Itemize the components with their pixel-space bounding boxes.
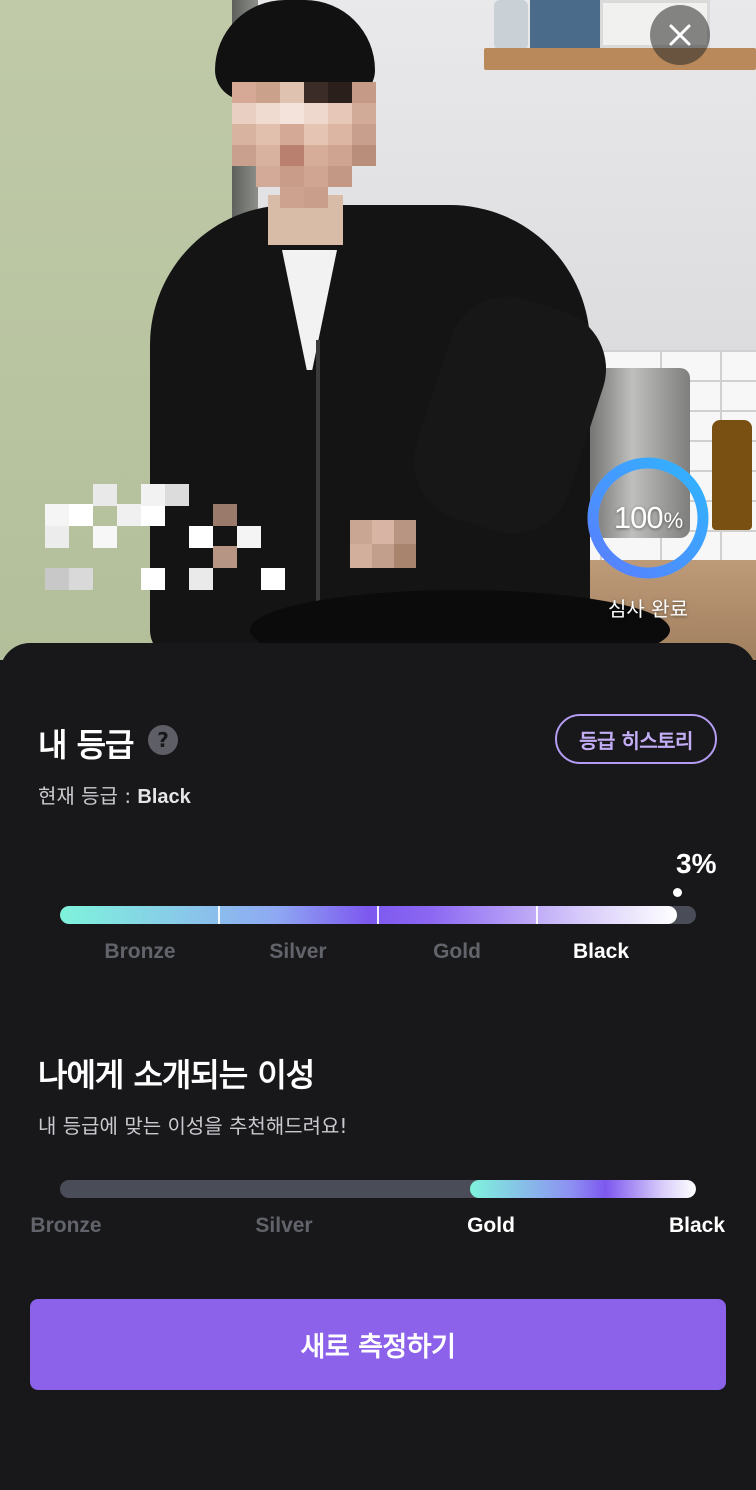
- review-percent: 100%: [585, 455, 711, 581]
- remeasure-button[interactable]: 새로 측정하기: [30, 1299, 726, 1390]
- grade-history-button[interactable]: 등급 히스토리: [555, 714, 717, 764]
- top-percent-label: 3%: [676, 848, 717, 879]
- photo-shelf-object: [494, 0, 528, 50]
- grade-progress-fill: [60, 906, 677, 924]
- grade-divider: [218, 906, 220, 924]
- grade-divider: [377, 906, 379, 924]
- match-section-subtitle: 내 등급에 맞는 이성을 추천해드려요!: [38, 1114, 348, 1138]
- close-icon: [669, 24, 691, 46]
- review-percent-number: 100: [613, 500, 664, 535]
- review-percent-sign: %: [663, 508, 684, 533]
- pixelated-overlay-text: [45, 484, 285, 604]
- match-tick-silver: Silver: [255, 1214, 313, 1237]
- pixelated-hand: [350, 520, 430, 590]
- profile-photo: 100% 심사 완료: [0, 0, 756, 660]
- photo-bottle: [712, 420, 752, 530]
- close-button[interactable]: [650, 5, 710, 65]
- review-status-label: 심사 완료: [608, 597, 688, 621]
- pixelated-face: [232, 82, 377, 208]
- grade-tick-gold: Gold: [433, 940, 481, 963]
- match-range-bar: [60, 1180, 696, 1198]
- grade-section-title: 내 등급: [38, 726, 134, 764]
- current-grade-label: 현재 등급 :: [38, 784, 138, 808]
- match-section-title: 나에게 소개되는 이성: [38, 1056, 315, 1094]
- match-tick-bronze: Bronze: [30, 1214, 102, 1237]
- match-tick-black: Black: [668, 1214, 726, 1237]
- grade-progress-bar: [60, 906, 696, 924]
- photo-shelf-object: [530, 0, 600, 50]
- current-grade: 현재 등급 : Black: [38, 780, 191, 809]
- photo-shelf: [484, 48, 756, 70]
- grade-divider: [536, 906, 538, 924]
- grade-tick-bronze: Bronze: [104, 940, 176, 963]
- match-range-fill: [470, 1180, 696, 1198]
- grade-tick-silver: Silver: [269, 940, 327, 963]
- current-grade-value: Black: [137, 786, 191, 808]
- grade-tick-black: Black: [572, 940, 630, 963]
- help-icon[interactable]: ?: [148, 725, 178, 755]
- grade-position-marker: [672, 888, 682, 897]
- match-tick-gold: Gold: [467, 1214, 515, 1237]
